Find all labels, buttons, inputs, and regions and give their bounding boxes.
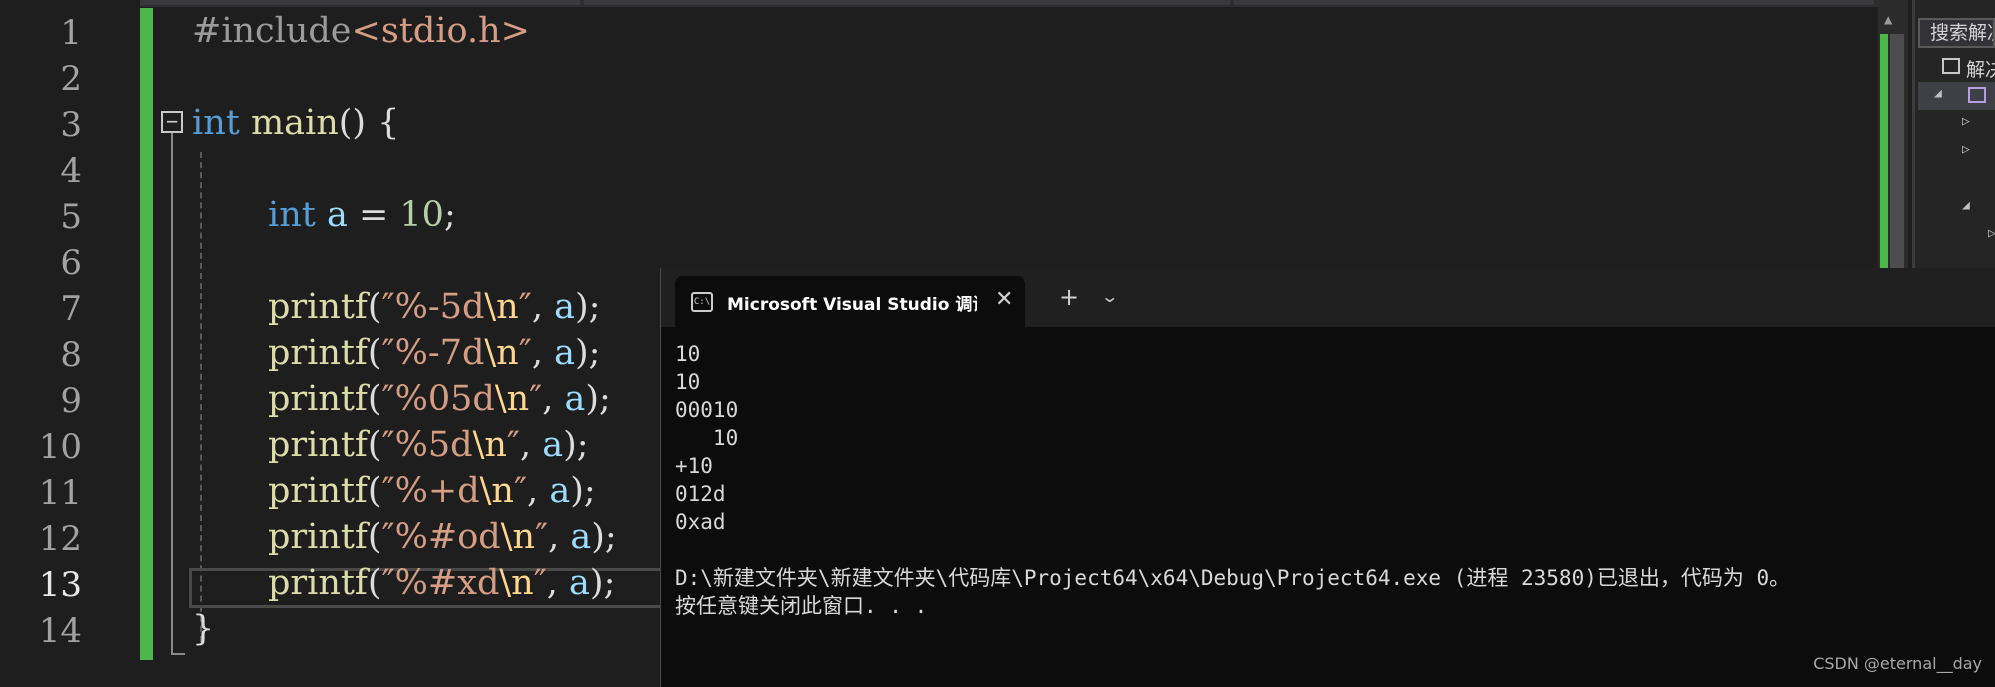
collapsed-arrow-icon[interactable]: ▷ bbox=[1988, 226, 1995, 241]
watermark: CSDN @eternal__day bbox=[1813, 654, 1982, 673]
project-icon bbox=[1968, 87, 1986, 103]
code-line[interactable]: printf(″%05d\n″, a); bbox=[268, 376, 611, 422]
debug-console-window[interactable]: C:\ Microsoft Visual Studio 调试控制台 ✕ + ⌄ … bbox=[660, 268, 1995, 687]
code-line[interactable]: #include<stdio.h> bbox=[192, 8, 530, 54]
fold-region-line bbox=[171, 133, 173, 655]
console-tab-bar: C:\ Microsoft Visual Studio 调试控制台 ✕ + ⌄ bbox=[661, 268, 1995, 327]
line-number: 6 bbox=[60, 243, 82, 283]
fold-region-end bbox=[171, 653, 185, 655]
line-number: 2 bbox=[60, 59, 82, 99]
code-line[interactable]: int main() { bbox=[192, 100, 399, 146]
line-number-current: 13 bbox=[38, 565, 82, 605]
scrollbar-thumb[interactable] bbox=[1890, 34, 1904, 274]
line-number: 11 bbox=[38, 473, 82, 513]
solution-root-item[interactable]: 解决方案 bbox=[1966, 55, 1995, 83]
code-line[interactable]: printf(″%#od\n″, a); bbox=[268, 514, 617, 560]
new-tab-button[interactable]: + bbox=[1059, 285, 1079, 309]
line-number: 4 bbox=[60, 151, 82, 191]
editor-top-strip bbox=[0, 0, 1880, 7]
change-tracking-bar bbox=[140, 8, 153, 660]
top-strip-segment bbox=[584, 0, 1230, 5]
line-number: 10 bbox=[38, 427, 82, 467]
top-strip-segment bbox=[1234, 0, 1874, 5]
scrollbar-change-marker bbox=[1880, 34, 1888, 274]
code-line[interactable]: printf(″%5d\n″, a); bbox=[268, 422, 589, 468]
line-number: 14 bbox=[38, 611, 82, 651]
code-line[interactable]: int a = 10; bbox=[268, 192, 456, 238]
console-tab-title: Microsoft Visual Studio 调试控制台 bbox=[727, 295, 977, 314]
code-line[interactable]: printf(″%-5d\n″, a); bbox=[268, 284, 600, 330]
terminal-icon: C:\ bbox=[691, 292, 713, 312]
code-line[interactable]: printf(″%+d\n″, a); bbox=[268, 468, 596, 514]
code-line[interactable]: printf(″%-7d\n″, a); bbox=[268, 330, 600, 376]
line-number-gutter: 1 2 3 4 5 6 7 8 9 10 11 12 13 14 bbox=[0, 0, 140, 687]
expanded-arrow-icon[interactable]: ◢ bbox=[1962, 198, 1970, 213]
scroll-up-icon[interactable]: ▲ bbox=[1884, 12, 1892, 28]
console-output: 10 10 00010 10 +10 012d 0xad D:\新建文件夹\新建… bbox=[675, 342, 1791, 618]
solution-icon bbox=[1942, 58, 1960, 74]
close-icon[interactable]: ✕ bbox=[995, 287, 1013, 312]
expanded-arrow-icon[interactable]: ◢ bbox=[1934, 86, 1942, 101]
collapse-icon[interactable]: − bbox=[161, 111, 183, 133]
line-number: 9 bbox=[60, 381, 82, 421]
solution-search-input[interactable]: 搜索解决方案 bbox=[1918, 18, 1995, 48]
line-number: 3 bbox=[60, 105, 82, 145]
line-number: 8 bbox=[60, 335, 82, 375]
code-line-current[interactable]: printf(″%#xd\n″, a); bbox=[268, 560, 615, 606]
line-number: 12 bbox=[38, 519, 82, 559]
collapsed-arrow-icon[interactable]: ▷ bbox=[1962, 142, 1970, 157]
collapsed-arrow-icon[interactable]: ▷ bbox=[1962, 114, 1970, 129]
line-number: 1 bbox=[60, 13, 82, 53]
chevron-down-icon[interactable]: ⌄ bbox=[1100, 287, 1119, 306]
code-line[interactable]: } bbox=[192, 606, 214, 652]
console-tab[interactable]: C:\ Microsoft Visual Studio 调试控制台 ✕ bbox=[675, 276, 1025, 327]
line-number: 5 bbox=[60, 197, 82, 237]
line-number: 7 bbox=[60, 289, 82, 329]
